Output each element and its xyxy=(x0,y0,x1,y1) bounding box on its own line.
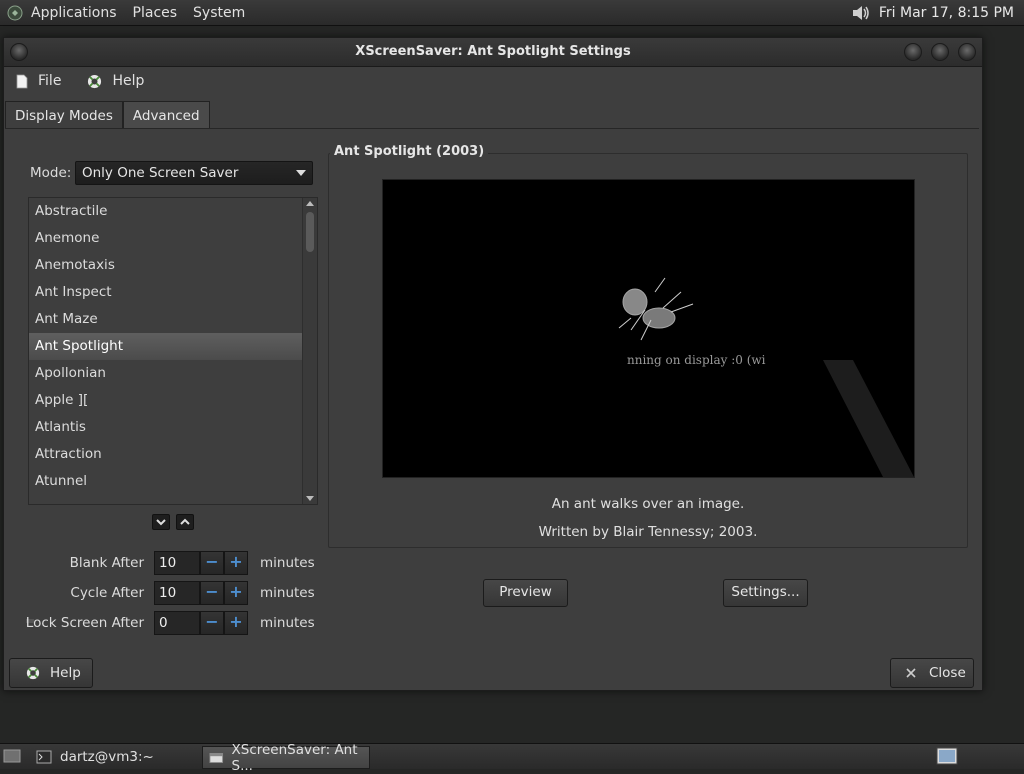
list-item[interactable]: Anemotaxis xyxy=(29,252,305,279)
file-icon xyxy=(16,74,28,88)
mode-dropdown[interactable]: Only One Screen Saver xyxy=(75,161,313,185)
next-saver-button[interactable] xyxy=(152,514,170,530)
list-item[interactable]: Atunnel xyxy=(29,468,305,495)
prev-saver-button[interactable] xyxy=(176,514,194,530)
saver-author: Written by Blair Tennessy; 2003. xyxy=(538,524,758,540)
window-icon xyxy=(209,752,224,763)
tab-bar: Display Modes Advanced xyxy=(5,101,210,129)
places-menu[interactable]: Places xyxy=(133,5,178,21)
blank-after-unit: minutes xyxy=(260,555,315,571)
saver-description: An ant walks over an image. xyxy=(551,496,745,512)
cycle-after-unit: minutes xyxy=(260,585,315,601)
list-item[interactable]: Anemone xyxy=(29,225,305,252)
close-window-icon[interactable] xyxy=(958,43,976,61)
ant-spotlight-preview-image xyxy=(383,180,914,477)
tab-advanced[interactable]: Advanced xyxy=(122,101,210,129)
workspace-switcher-icon[interactable] xyxy=(936,747,958,765)
menubar: File Help xyxy=(4,67,982,95)
terminal-icon xyxy=(36,750,52,763)
tab-display-modes[interactable]: Display Modes xyxy=(5,101,123,129)
frame-title: Ant Spotlight (2003) xyxy=(330,144,489,159)
list-item[interactable]: Abstractile xyxy=(29,198,305,225)
lock-after-unit: minutes xyxy=(260,615,315,631)
maximize-icon[interactable] xyxy=(931,43,949,61)
blank-after-input[interactable]: 10 xyxy=(154,551,200,575)
scroll-thumb[interactable] xyxy=(306,212,314,252)
scroll-down-icon[interactable] xyxy=(306,496,314,501)
clock[interactable]: Fri Mar 17, 8:15 PM xyxy=(879,5,1014,21)
show-desktop-icon[interactable] xyxy=(3,748,21,764)
chevron-down-icon xyxy=(156,519,166,526)
minimize-icon[interactable] xyxy=(904,43,922,61)
blank-after-value: 10 xyxy=(159,555,177,571)
preview-area: nning on display :0 (wi xyxy=(382,179,915,478)
taskbar-item-terminal[interactable]: dartz@vm3:~ xyxy=(36,746,196,767)
system-menu[interactable]: System xyxy=(193,5,245,21)
taskbar-item-label: XScreenSaver: Ant S... xyxy=(231,741,358,774)
mode-label: Mode: xyxy=(30,165,72,181)
window-titlebar[interactable]: XScreenSaver: Ant Spotlight Settings xyxy=(4,38,982,67)
applications-menu[interactable]: Applications xyxy=(31,5,117,21)
close-button[interactable]: Close xyxy=(890,658,974,688)
list-item[interactable]: Apollonian xyxy=(29,360,305,387)
preview-button[interactable]: Preview xyxy=(483,579,568,607)
list-item[interactable]: Apple ][ xyxy=(29,387,305,414)
cycle-after-decrement-button[interactable]: − xyxy=(200,581,224,605)
window-title: XScreenSaver: Ant Spotlight Settings xyxy=(355,44,631,59)
list-item[interactable]: Ant Maze xyxy=(29,306,305,333)
list-item-selected[interactable]: Ant Spotlight xyxy=(29,333,305,360)
lock-after-decrement-button[interactable]: − xyxy=(200,611,224,635)
scroll-up-icon[interactable] xyxy=(306,201,314,206)
help-button[interactable]: Help xyxy=(9,658,93,688)
file-menu[interactable]: File xyxy=(16,73,61,89)
bottom-panel: dartz@vm3:~ XScreenSaver: Ant S... xyxy=(0,742,1024,774)
file-menu-label: File xyxy=(38,73,62,89)
list-item[interactable]: Atlantis xyxy=(29,414,305,441)
blank-after-increment-button[interactable]: + xyxy=(224,551,248,575)
cycle-after-label: Cycle After xyxy=(70,585,144,601)
chevron-up-icon xyxy=(180,518,190,525)
blank-after-spinner: 10 − + xyxy=(154,551,248,575)
cycle-after-value: 10 xyxy=(159,585,177,601)
lock-after-value: 0 xyxy=(159,615,168,631)
lock-after-label: Lock Screen After xyxy=(25,615,144,631)
settings-button[interactable]: Settings... xyxy=(723,579,808,607)
help-lifebuoy-icon xyxy=(88,74,102,88)
taskbar-item-xscreensaver[interactable]: XScreenSaver: Ant S... xyxy=(202,742,370,774)
dropdown-arrow-icon xyxy=(296,170,306,176)
system-tray: Fri Mar 17, 8:15 PM xyxy=(851,0,1014,25)
help-lifebuoy-icon xyxy=(26,666,40,680)
list-item[interactable]: Ant Inspect xyxy=(29,279,305,306)
lock-after-input[interactable]: 0 xyxy=(154,611,200,635)
cycle-after-input[interactable]: 10 xyxy=(154,581,200,605)
help-menu-label: Help xyxy=(112,73,145,89)
volume-icon[interactable] xyxy=(851,4,871,22)
preview-scrolling-text: nning on display :0 (wi xyxy=(627,353,766,367)
help-button-label: Help xyxy=(50,665,81,681)
screensaver-list[interactable]: Abstractile Anemone Anemotaxis Ant Inspe… xyxy=(28,197,318,505)
lock-after-increment-button[interactable]: + xyxy=(224,611,248,635)
help-menu[interactable]: Help xyxy=(87,73,144,89)
taskbar-item-label: dartz@vm3:~ xyxy=(60,748,154,765)
cycle-after-spinner: 10 − + xyxy=(154,581,248,605)
list-scrollbar[interactable] xyxy=(302,198,317,504)
list-item[interactable]: Attraction xyxy=(29,441,305,468)
settings-window: XScreenSaver: Ant Spotlight Settings Fil… xyxy=(3,37,983,691)
top-panel: Applications Places System Fri Mar 17, 8… xyxy=(0,0,1024,26)
lock-after-spinner: 0 − + xyxy=(154,611,248,635)
close-button-label: Close xyxy=(929,665,966,681)
blank-after-decrement-button[interactable]: − xyxy=(200,551,224,575)
cycle-after-increment-button[interactable]: + xyxy=(224,581,248,605)
close-icon xyxy=(906,668,916,678)
distro-logo-icon[interactable] xyxy=(7,5,23,21)
mode-dropdown-value: Only One Screen Saver xyxy=(82,165,239,181)
blank-after-label: Blank After xyxy=(69,555,144,571)
